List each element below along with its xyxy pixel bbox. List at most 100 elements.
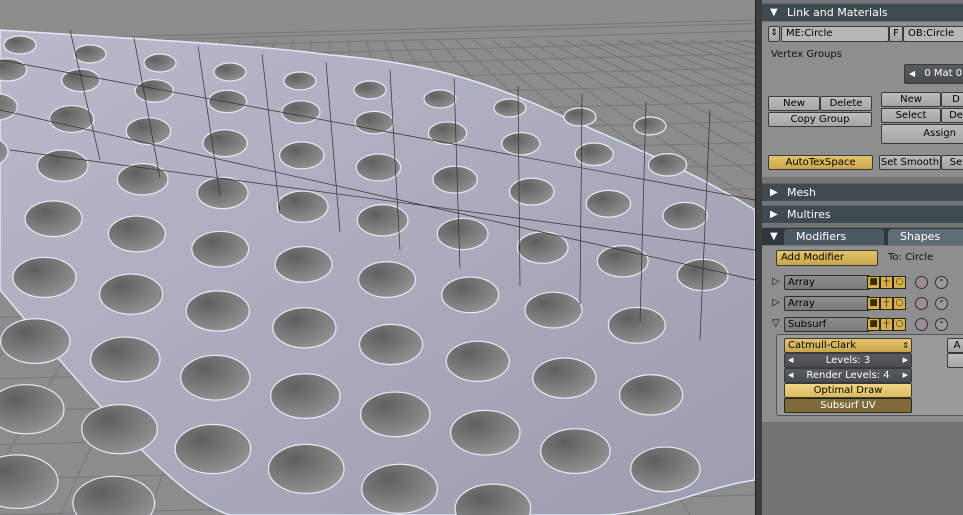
subsurf-uv-toggle[interactable]: Subsurf UV: [784, 398, 912, 413]
mesh-hole: [274, 245, 333, 283]
link-materials-header[interactable]: ▼ Link and Materials: [762, 3, 963, 21]
mesh-hole: [423, 89, 457, 109]
mesh-hole: [361, 463, 438, 514]
multires-panel-header[interactable]: ▶ Multires: [762, 205, 963, 223]
render-levels-number-field[interactable]: ◀ Render Levels: 4 ▶: [784, 368, 912, 383]
mesh-hole: [283, 71, 317, 91]
mesh-hole: [270, 373, 341, 419]
mesh-hole: [276, 190, 329, 223]
mesh-hole: [508, 177, 555, 206]
tab-shapes[interactable]: Shapes: [888, 229, 963, 245]
triangle-right-icon: ▶: [902, 356, 908, 364]
mesh-hole: [0, 384, 65, 435]
optimal-draw-toggle[interactable]: Optimal Draw: [784, 383, 912, 398]
autotexspace-toggle[interactable]: AutoTexSpace: [768, 155, 873, 170]
mesh-hole: [607, 306, 666, 344]
mesh-hole: [107, 215, 166, 253]
editmode-toggle-icon[interactable]: ┼: [880, 318, 893, 331]
tab-modifiers[interactable]: Modifiers: [784, 229, 884, 245]
mesh-name-field[interactable]: ME:Circle: [781, 26, 889, 42]
modifier-name-field[interactable]: Subsurf: [784, 317, 870, 332]
mesh-hole: [0, 318, 71, 364]
triangle-right-icon: ▷: [772, 297, 780, 308]
mesh-hole: [540, 428, 611, 474]
mesh-hole: [432, 165, 478, 194]
mesh-hole: [585, 189, 632, 218]
material-index-field[interactable]: ◀ 0 Mat 0: [904, 64, 963, 84]
subsurf-type-dropdown[interactable]: Catmull-Clark ⇕: [784, 338, 912, 353]
vertex-groups-label: Vertex Groups: [771, 49, 842, 60]
mesh-hole: [493, 98, 527, 118]
fake-user-button[interactable]: F: [889, 26, 903, 42]
material-deselect-button[interactable]: De: [941, 108, 963, 123]
mesh-hole: [24, 200, 83, 238]
material-delete-button[interactable]: D: [941, 92, 963, 107]
triangle-down-icon: ▽: [772, 318, 780, 329]
mesh-hole: [358, 323, 424, 366]
mesh-hole: [360, 391, 431, 438]
buttons-window: ▼ Link and Materials ⇕ ME:Circle F OB:Ci…: [762, 0, 963, 515]
mesh-hole: [516, 231, 569, 264]
render-toggle-icon[interactable]: ■: [867, 297, 880, 310]
triangle-right-icon: ▶: [770, 209, 778, 220]
mesh-hole: [272, 307, 337, 349]
editmode-toggle-icon[interactable]: ┼: [880, 297, 893, 310]
cage-toggle-icon[interactable]: ○: [893, 297, 906, 310]
editmode-toggle-icon[interactable]: ┼: [880, 276, 893, 289]
mesh-hole: [427, 121, 468, 145]
modifier-name-field[interactable]: Array: [784, 275, 870, 290]
modifier-apply-circle-icon[interactable]: [915, 297, 928, 310]
triangle-left-icon: ◀: [788, 371, 794, 379]
mesh-panel-header[interactable]: ▶ Mesh: [762, 183, 963, 201]
move-up-icon[interactable]: ⌃: [935, 276, 948, 289]
mesh-hole: [72, 475, 156, 515]
add-modifier-button[interactable]: Add Modifier: [776, 250, 878, 266]
set-solid-button[interactable]: Se: [941, 155, 963, 170]
move-up-icon[interactable]: ⌃: [935, 318, 948, 331]
mesh-hole: [356, 204, 409, 237]
modifier-apply-circle-icon[interactable]: [915, 318, 928, 331]
vgroup-delete-button[interactable]: Delete: [820, 96, 872, 111]
cage-toggle-icon[interactable]: ○: [893, 318, 906, 331]
mesh-hole: [185, 290, 250, 332]
move-up-icon[interactable]: ⌃: [935, 297, 948, 310]
mesh-hole: [647, 152, 688, 177]
material-select-button[interactable]: Select: [881, 108, 941, 123]
mesh-hole: [207, 89, 248, 114]
mesh-hole: [73, 44, 107, 64]
levels-number-field[interactable]: ◀ Levels: 3 ▶: [784, 353, 912, 368]
mesh-hole: [532, 357, 597, 399]
modifiers-panel-header: ▼ Modifiers Shapes: [762, 227, 963, 245]
mesh-hole: [501, 131, 541, 156]
cage-toggle-icon[interactable]: ○: [893, 276, 906, 289]
modifier-name-field[interactable]: Array: [784, 296, 870, 311]
mesh-hole: [450, 409, 521, 456]
modifier-apply-circle-icon[interactable]: [915, 276, 928, 289]
copy-group-button[interactable]: Copy Group: [768, 112, 872, 127]
mesh-hole: [563, 107, 597, 127]
triangle-right-icon: ▶: [902, 371, 908, 379]
mesh-hole: [98, 273, 164, 315]
mesh-hole: [174, 423, 252, 475]
render-levels-value: Render Levels: 4: [806, 370, 890, 381]
material-assign-button[interactable]: Assign: [881, 124, 963, 144]
mesh-hole: [618, 374, 684, 416]
3d-viewport[interactable]: [0, 0, 755, 515]
mesh-hole: [662, 201, 708, 230]
mesh-hole: [281, 100, 321, 124]
material-new-button[interactable]: New: [881, 92, 941, 107]
render-toggle-icon[interactable]: ■: [867, 318, 880, 331]
set-smooth-button[interactable]: Set Smooth: [879, 155, 941, 170]
copy-button[interactable]: [947, 353, 963, 368]
render-toggle-icon[interactable]: ■: [867, 276, 880, 289]
mesh-browse-icon[interactable]: ⇕: [768, 26, 780, 42]
mesh-panel-title: Mesh: [787, 186, 816, 199]
mesh-hole: [213, 62, 247, 82]
mesh-hole: [48, 104, 95, 134]
object-name-field[interactable]: OB:Circle: [903, 26, 963, 42]
window-divider[interactable]: [755, 0, 762, 515]
apply-button[interactable]: A: [947, 338, 963, 353]
vgroup-new-button[interactable]: New: [768, 96, 820, 111]
mesh-hole: [12, 256, 77, 299]
mesh-hole: [196, 176, 249, 210]
